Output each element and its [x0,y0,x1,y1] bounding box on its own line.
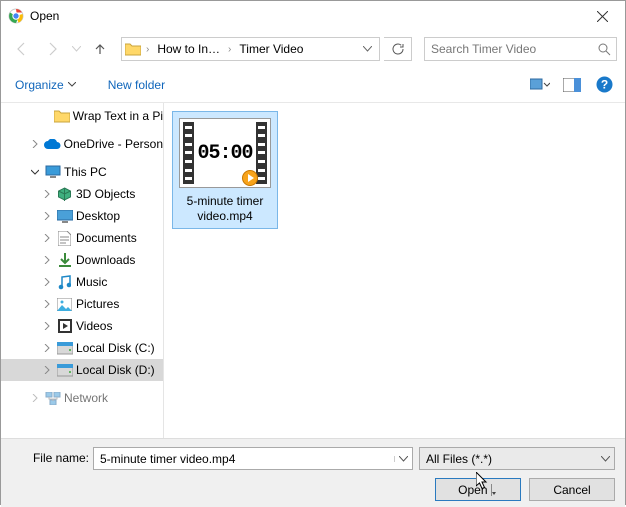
refresh-button[interactable] [384,37,412,61]
tree-item[interactable]: Local Disk (D:) [1,359,163,381]
tree-item-label: Downloads [76,253,135,267]
recent-locations-caret[interactable] [69,46,83,52]
file-type-filter[interactable]: All Files (*.*) [419,447,615,470]
window-title: Open [30,9,580,23]
filter-label: All Files (*.*) [426,452,492,466]
tree-item-label: Music [76,275,107,289]
tree-item-label: Local Disk (D:) [76,363,155,377]
file-pane[interactable]: 05:00 5-minute timervideo.mp4 [164,103,625,438]
close-button[interactable] [580,1,625,31]
svg-text:?: ? [600,78,607,92]
search-icon[interactable] [592,42,616,56]
help-button[interactable]: ? [593,74,615,96]
folder-icon [124,40,142,58]
footer: File name: All Files (*.*) Open Cancel [1,438,625,507]
tree-item-label: Pictures [76,297,119,311]
tree-item[interactable]: Music [1,271,163,293]
filename-combo[interactable] [93,447,413,470]
tree-item-label: This PC [64,165,107,179]
tree-item-label: OneDrive - Person [64,137,163,151]
onedrive-icon [44,136,61,153]
organize-menu[interactable]: Organize [11,75,80,95]
tree-caret-icon[interactable] [41,300,53,308]
title-bar: Open [1,1,625,31]
tree-item-label: Documents [76,231,137,245]
tree-caret-icon[interactable] [41,322,53,330]
breadcrumb-segment[interactable]: How to In… [153,41,224,57]
view-options-button[interactable] [529,74,551,96]
tree-item[interactable]: 3D Objects [1,183,163,205]
file-label: 5-minute timervideo.mp4 [177,194,273,224]
search-input[interactable] [425,42,592,56]
desktop-icon [56,208,73,225]
tree-item[interactable]: This PC [1,161,163,183]
disk-icon [56,362,73,379]
tree-caret-icon[interactable] [41,344,53,352]
tree-item[interactable]: OneDrive - Person [1,133,163,155]
breadcrumb-segment[interactable]: Timer Video [235,41,307,57]
address-history-caret[interactable] [357,46,377,52]
file-item[interactable]: 05:00 5-minute timervideo.mp4 [172,111,278,229]
video-thumbnail: 05:00 [179,118,271,188]
toolbar: Organize New folder ? [1,67,625,103]
tree-caret-icon[interactable] [29,140,41,148]
chrome-icon [8,8,24,24]
network-icon [44,390,61,407]
tree-caret-icon[interactable] [41,256,53,264]
thispc-icon [44,164,61,181]
tree-caret-icon[interactable] [41,190,53,198]
downloads-icon [56,252,73,269]
tree-caret-icon[interactable] [41,234,53,242]
tree-item[interactable]: Downloads [1,249,163,271]
chevron-down-icon [68,82,76,87]
tree-item[interactable]: Documents [1,227,163,249]
play-badge-icon [242,170,258,186]
folder-icon [54,108,70,125]
disk-icon [56,340,73,357]
new-folder-button[interactable]: New folder [104,75,169,95]
thumbnail-text: 05:00 [197,142,252,165]
search-box[interactable] [424,37,617,61]
tree-item[interactable]: Desktop [1,205,163,227]
tree-item[interactable]: Local Disk (C:) [1,337,163,359]
tree-item-label: Wrap Text in a Pi [73,109,163,123]
navigation-tree: Wrap Text in a Pi OneDrive - Person This P… [1,103,163,438]
split-caret-icon [491,484,498,496]
chevron-right-icon[interactable]: › [226,44,233,55]
body-area: Wrap Text in a Pi OneDrive - Person This P… [1,103,625,438]
filename-label: File name: [29,451,89,465]
tree-caret-icon[interactable] [41,366,53,374]
nav-bar: › How to In… › Timer Video [1,31,625,67]
chevron-right-icon[interactable]: › [144,44,151,55]
forward-button[interactable] [39,36,65,62]
cancel-button[interactable]: Cancel [529,478,615,501]
tree-item-label: Network [64,391,108,405]
pictures-icon [56,296,73,313]
back-button[interactable] [9,36,35,62]
tree-item-label: 3D Objects [76,187,135,201]
tree-caret-icon[interactable] [41,212,53,220]
tree-caret-icon[interactable] [41,278,53,286]
tree-item[interactable]: Wrap Text in a Pi [1,105,163,127]
tree-item[interactable]: Pictures [1,293,163,315]
up-button[interactable] [87,36,113,62]
address-bar[interactable]: › How to In… › Timer Video [121,37,380,61]
videos-icon [56,318,73,335]
chevron-down-icon [596,456,614,462]
tree-item-label: Local Disk (C:) [76,341,155,355]
preview-pane-button[interactable] [561,74,583,96]
tree-caret-icon[interactable] [29,394,41,402]
tree-caret-icon[interactable] [29,168,41,176]
chevron-down-icon[interactable] [394,456,412,462]
documents-icon [56,230,73,247]
filename-input[interactable] [94,452,394,466]
organize-label: Organize [15,78,64,92]
tree-item-label: Desktop [76,209,120,223]
3d-icon [56,186,73,203]
music-icon [56,274,73,291]
tree-item-label: Videos [76,319,112,333]
tree-item[interactable]: Videos [1,315,163,337]
tree-item[interactable]: Network [1,387,163,409]
open-button[interactable]: Open [435,478,521,501]
